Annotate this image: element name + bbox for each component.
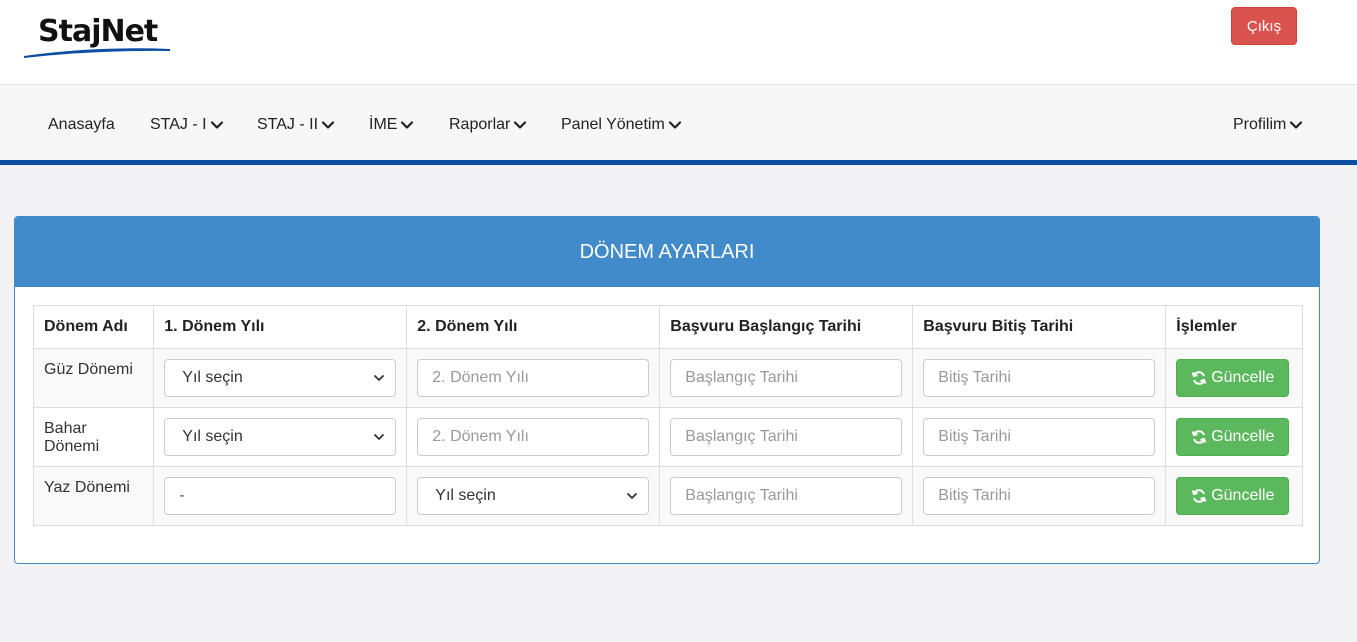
main-navbar: Anasayfa STAJ - I STAJ - II İME Raporlar… bbox=[0, 85, 1357, 165]
table-row: Bahar Dönemi Yıl seçin 2. Dönem Yılı Baş… bbox=[32, 407, 1303, 467]
panel-heading: DÖNEM AYARLARI bbox=[15, 217, 1319, 287]
input-value: - bbox=[179, 487, 185, 504]
chevron-down-icon bbox=[627, 493, 638, 499]
year2-input[interactable] bbox=[417, 418, 650, 456]
logout-button[interactable]: Çıkış bbox=[1231, 7, 1297, 45]
start-date-input[interactable] bbox=[670, 359, 903, 397]
select-value: Yıl seçin bbox=[435, 487, 496, 504]
nav-item-label: Panel Yönetim bbox=[561, 116, 665, 133]
column-header: Başvuru Başlangıç Tarihi bbox=[659, 305, 914, 349]
start-date-input[interactable] bbox=[670, 477, 903, 515]
nav-item-label: STAJ - II bbox=[257, 116, 319, 133]
year2-cell bbox=[406, 407, 661, 467]
update-button[interactable]: Güncelle bbox=[1176, 477, 1290, 515]
year1-cell: Yıl seçin bbox=[153, 348, 408, 408]
column-header: Dönem Adı bbox=[32, 305, 155, 349]
year1-select[interactable]: Yıl seçin bbox=[164, 418, 397, 456]
nav-item-label: Profilim bbox=[1233, 116, 1287, 133]
start-date-cell bbox=[659, 466, 914, 526]
column-header: 1. Dönem Yılı bbox=[153, 305, 408, 349]
end-date-cell bbox=[912, 466, 1167, 526]
end-date-input[interactable] bbox=[923, 359, 1156, 397]
top-bar: StajNet Çıkış bbox=[0, 0, 1357, 85]
select-value: Yıl seçin bbox=[182, 369, 243, 386]
update-button[interactable]: Güncelle bbox=[1176, 359, 1290, 397]
year1-cell: Yıl seçin bbox=[153, 407, 408, 467]
year1-select[interactable]: Yıl seçin bbox=[164, 359, 397, 397]
chevron-down-icon bbox=[514, 121, 527, 129]
year1-cell: - bbox=[153, 466, 408, 526]
end-date-cell bbox=[912, 407, 1167, 467]
year1-input[interactable]: - bbox=[164, 477, 397, 515]
nav-item-label: Anasayfa bbox=[48, 116, 115, 133]
end-date-input[interactable] bbox=[923, 418, 1156, 456]
refresh-icon bbox=[1191, 489, 1207, 503]
nav-item-label: Raporlar bbox=[449, 116, 511, 133]
nav-item-staj-1[interactable]: STAJ - I bbox=[150, 116, 224, 134]
nav-item-panel-yonetim[interactable]: Panel Yönetim bbox=[561, 116, 682, 134]
actions-cell: Güncelle bbox=[1165, 348, 1303, 408]
end-date-cell bbox=[912, 348, 1167, 408]
update-button-label: Güncelle bbox=[1211, 428, 1275, 445]
period-settings-table: Dönem Adı 1. Dönem Yılı 2. Dönem Yılı Ba… bbox=[32, 305, 1303, 526]
update-button-label: Güncelle bbox=[1211, 369, 1275, 386]
chevron-down-icon bbox=[210, 121, 223, 129]
chevron-down-icon bbox=[321, 121, 335, 129]
nav-item-label: STAJ - I bbox=[150, 116, 207, 133]
column-header: 2. Dönem Yılı bbox=[406, 305, 661, 349]
stajnet-logo[interactable]: StajNet bbox=[24, 12, 174, 58]
period-name: Güz Dönemi bbox=[32, 348, 155, 408]
update-button[interactable]: Güncelle bbox=[1176, 418, 1290, 456]
chevron-down-icon bbox=[668, 121, 681, 129]
table-header-row: Dönem Adı 1. Dönem Yılı 2. Dönem Yılı Ba… bbox=[32, 305, 1303, 349]
nav-item-ime[interactable]: İME bbox=[369, 116, 414, 134]
refresh-icon bbox=[1191, 430, 1207, 444]
chevron-down-icon bbox=[1290, 121, 1303, 129]
start-date-cell bbox=[659, 348, 914, 408]
year2-select[interactable]: Yıl seçin bbox=[417, 477, 650, 515]
year2-cell bbox=[406, 348, 661, 408]
refresh-icon bbox=[1191, 371, 1207, 385]
panel-title: DÖNEM AYARLARI bbox=[579, 240, 755, 263]
chevron-down-icon bbox=[374, 434, 385, 440]
period-name: Yaz Dönemi bbox=[32, 466, 155, 526]
chevron-down-icon bbox=[401, 121, 414, 129]
update-button-label: Güncelle bbox=[1211, 487, 1275, 504]
nav-item-label: İME bbox=[369, 116, 398, 133]
select-value: Yıl seçin bbox=[182, 428, 243, 445]
table-row: Yaz Dönemi - Yıl seçin Başlangıç Tarihi … bbox=[32, 466, 1303, 526]
nav-item-anasayfa[interactable]: Anasayfa bbox=[48, 116, 115, 134]
nav-item-staj-2[interactable]: STAJ - II bbox=[257, 116, 335, 134]
period-name: Bahar Dönemi bbox=[32, 407, 155, 467]
year2-input[interactable] bbox=[417, 359, 650, 397]
end-date-input[interactable] bbox=[923, 477, 1156, 515]
column-header: Başvuru Bitiş Tarihi bbox=[912, 305, 1167, 349]
column-header: İşlemler bbox=[1165, 305, 1303, 349]
nav-item-profile[interactable]: Profilim bbox=[1233, 116, 1303, 134]
nav-item-raporlar[interactable]: Raporlar bbox=[449, 116, 527, 134]
logo-swoosh-icon bbox=[24, 48, 170, 58]
year2-cell: Yıl seçin bbox=[406, 466, 661, 526]
table-row: Güz Dönemi Yıl seçin 2. Dönem Yılı Başla… bbox=[32, 348, 1303, 408]
period-settings-panel: DÖNEM AYARLARI Dönem Adı 1. Dönem Yılı 2… bbox=[14, 216, 1320, 564]
actions-cell: Güncelle bbox=[1165, 466, 1303, 526]
start-date-cell bbox=[659, 407, 914, 467]
chevron-down-icon bbox=[374, 375, 385, 381]
start-date-input[interactable] bbox=[670, 418, 903, 456]
actions-cell: Güncelle bbox=[1165, 407, 1303, 467]
